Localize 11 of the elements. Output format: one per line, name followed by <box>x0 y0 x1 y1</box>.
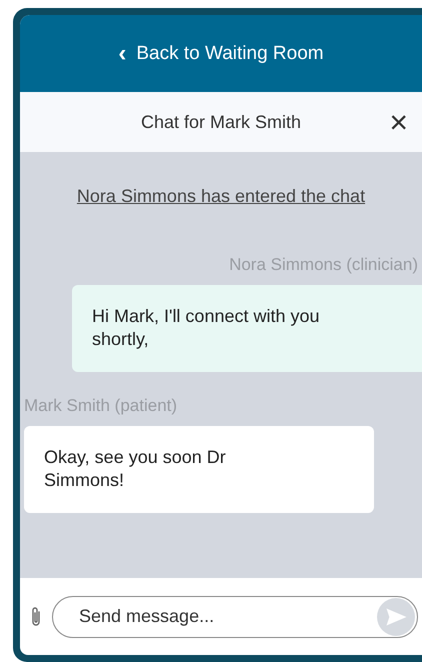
sender-name: Mark Smith (patient) <box>24 396 178 416</box>
close-button[interactable]: × <box>385 106 412 138</box>
message-input[interactable]: Send message... <box>77 605 341 628</box>
message-bubble: Hi Mark, I'll connect with you shortly, <box>72 285 422 372</box>
paperclip-icon[interactable] <box>30 604 42 628</box>
message-bubble: Okay, see you soon Dr Simmons! <box>24 426 374 513</box>
sender-name: Nora Simmons (clinician) <box>229 255 418 275</box>
message-field[interactable]: Send message... <box>52 596 418 638</box>
chat-title: Chat for Mark Smith <box>140 112 302 132</box>
back-button[interactable]: ‹ Back to Waiting Room <box>112 38 330 70</box>
system-message: Nora Simmons has entered the chat <box>76 186 366 207</box>
